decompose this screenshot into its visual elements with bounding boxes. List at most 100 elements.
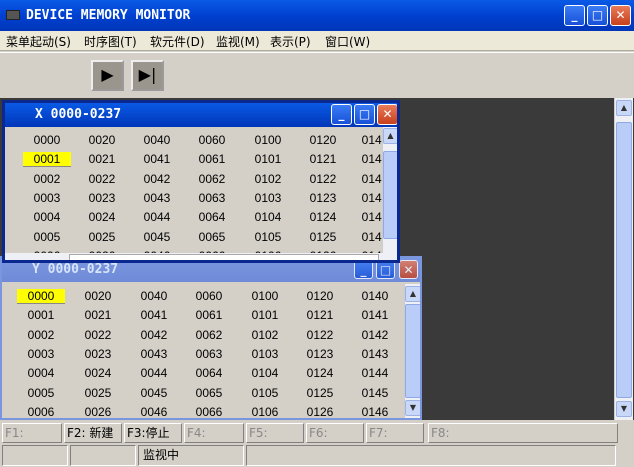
device-cell[interactable]: 0041 bbox=[130, 308, 178, 322]
device-cell[interactable]: 0104 bbox=[244, 210, 292, 224]
device-cell[interactable]: 0101 bbox=[241, 308, 289, 322]
close-button[interactable]: ✕ bbox=[610, 5, 631, 26]
device-cell[interactable]: 0103 bbox=[241, 347, 289, 361]
device-cell[interactable]: 0043 bbox=[133, 191, 181, 205]
device-cell[interactable]: 0104 bbox=[241, 366, 289, 380]
x-vertical-scrollbar[interactable]: ▲ bbox=[382, 127, 397, 253]
device-cell[interactable]: 0020 bbox=[78, 133, 126, 147]
device-cell[interactable]: 0041 bbox=[133, 152, 181, 166]
device-cell[interactable]: 0021 bbox=[78, 152, 126, 166]
device-cell[interactable]: 0145 bbox=[351, 386, 399, 400]
device-cell[interactable]: 0060 bbox=[185, 289, 233, 303]
f5-button[interactable]: F5: bbox=[246, 423, 304, 443]
device-cell[interactable]: 0003 bbox=[23, 191, 71, 205]
run-button[interactable]: ▶ bbox=[91, 60, 124, 91]
device-cell[interactable]: 0122 bbox=[296, 328, 344, 342]
device-cell[interactable]: 0124 bbox=[299, 210, 347, 224]
device-cell[interactable]: 0144 bbox=[351, 366, 399, 380]
device-cell[interactable]: 0042 bbox=[130, 328, 178, 342]
menu-monitor[interactable]: 监视(M) bbox=[216, 33, 260, 50]
device-cell[interactable]: 0061 bbox=[188, 152, 236, 166]
menu-display[interactable]: 表示(P) bbox=[270, 33, 311, 50]
scroll-thumb[interactable] bbox=[405, 304, 420, 398]
menu-timing[interactable]: 时序图(T) bbox=[84, 33, 137, 50]
device-cell[interactable]: 0000 bbox=[17, 289, 65, 304]
f1-button[interactable]: F1: bbox=[2, 423, 62, 443]
y-device-window[interactable]: Y 0000-0237 _ □ ✕ 0000 0020 0040 0060 0100 01… bbox=[0, 256, 422, 420]
device-cell[interactable]: 0101 bbox=[244, 152, 292, 166]
device-cell[interactable]: 0103 bbox=[244, 191, 292, 205]
minimize-button[interactable]: _ bbox=[564, 5, 585, 26]
x-minimize-button[interactable]: _ bbox=[331, 104, 352, 125]
device-cell[interactable]: 0061 bbox=[185, 308, 233, 322]
step-button[interactable]: ▶| bbox=[131, 60, 164, 91]
device-cell[interactable]: 0102 bbox=[241, 328, 289, 342]
device-cell[interactable]: 0100 bbox=[241, 289, 289, 303]
device-cell[interactable]: 0141 bbox=[351, 308, 399, 322]
device-cell[interactable]: 0006 bbox=[17, 405, 65, 418]
device-cell[interactable]: 0120 bbox=[299, 133, 347, 147]
device-cell[interactable]: 0046 bbox=[130, 405, 178, 418]
scroll-up-icon[interactable]: ▲ bbox=[405, 286, 420, 302]
device-cell[interactable]: 0063 bbox=[185, 347, 233, 361]
device-cell[interactable]: 0063 bbox=[188, 191, 236, 205]
menu-device[interactable]: 软元件(D) bbox=[150, 33, 205, 50]
device-cell[interactable]: 0024 bbox=[74, 366, 122, 380]
device-cell[interactable]: 0025 bbox=[74, 386, 122, 400]
device-cell[interactable]: 0043 bbox=[130, 347, 178, 361]
f7-button[interactable]: F7: bbox=[366, 423, 424, 443]
device-cell[interactable]: 0000 bbox=[23, 133, 71, 147]
device-cell[interactable]: 0026 bbox=[74, 405, 122, 418]
device-cell[interactable]: 0102 bbox=[244, 172, 292, 186]
device-cell[interactable]: 0125 bbox=[296, 386, 344, 400]
device-cell[interactable]: 0005 bbox=[23, 230, 71, 244]
device-cell[interactable]: 0001 bbox=[23, 152, 71, 168]
device-cell[interactable]: 0023 bbox=[78, 191, 126, 205]
device-cell[interactable]: 0126 bbox=[296, 405, 344, 418]
mdi-vertical-scrollbar[interactable]: ▲ ▼ bbox=[614, 98, 633, 420]
device-cell[interactable]: 0023 bbox=[74, 347, 122, 361]
device-cell[interactable]: 0122 bbox=[299, 172, 347, 186]
device-cell[interactable]: 0146 bbox=[351, 405, 399, 418]
x-maximize-button[interactable]: □ bbox=[354, 104, 375, 125]
x-close-button[interactable]: ✕ bbox=[377, 104, 397, 125]
device-cell[interactable]: 0045 bbox=[133, 230, 181, 244]
device-cell[interactable]: 0065 bbox=[188, 230, 236, 244]
device-cell[interactable]: 0044 bbox=[133, 210, 181, 224]
device-cell[interactable]: 0024 bbox=[78, 210, 126, 224]
device-cell[interactable]: 0021 bbox=[74, 308, 122, 322]
device-cell[interactable]: 0124 bbox=[296, 366, 344, 380]
menu-window[interactable]: 窗口(W) bbox=[325, 33, 370, 50]
device-cell[interactable]: 0040 bbox=[133, 133, 181, 147]
device-cell[interactable]: 0002 bbox=[17, 328, 65, 342]
device-cell[interactable]: 0066 bbox=[185, 405, 233, 418]
device-cell[interactable]: 0143 bbox=[351, 347, 399, 361]
device-cell[interactable]: 0003 bbox=[17, 347, 65, 361]
device-cell[interactable]: 0002 bbox=[23, 172, 71, 186]
device-cell[interactable]: 0025 bbox=[78, 230, 126, 244]
f6-button[interactable]: F6: bbox=[306, 423, 364, 443]
device-cell[interactable]: 0120 bbox=[296, 289, 344, 303]
device-cell[interactable]: 0106 bbox=[241, 405, 289, 418]
device-cell[interactable]: 0022 bbox=[78, 172, 126, 186]
device-cell[interactable]: 0140 bbox=[351, 289, 399, 303]
device-cell[interactable]: 0001 bbox=[17, 308, 65, 322]
x-horizontal-scrollbar[interactable] bbox=[5, 253, 397, 260]
device-cell[interactable]: 0105 bbox=[241, 386, 289, 400]
device-cell[interactable]: 0100 bbox=[244, 133, 292, 147]
scroll-up-icon[interactable]: ▲ bbox=[616, 100, 632, 116]
device-cell[interactable]: 0121 bbox=[299, 152, 347, 166]
device-cell[interactable]: 0123 bbox=[299, 191, 347, 205]
f2-new-button[interactable]: F2: 新建 bbox=[64, 423, 122, 443]
device-cell[interactable]: 0040 bbox=[130, 289, 178, 303]
y-close-button[interactable]: ✕ bbox=[399, 260, 418, 279]
menu-start[interactable]: 菜单起动(S) bbox=[6, 33, 71, 50]
device-cell[interactable]: 0121 bbox=[296, 308, 344, 322]
scroll-up-icon[interactable]: ▲ bbox=[383, 128, 397, 144]
device-cell[interactable]: 0045 bbox=[130, 386, 178, 400]
device-cell[interactable]: 0142 bbox=[351, 328, 399, 342]
device-cell[interactable]: 0064 bbox=[185, 366, 233, 380]
scroll-down-icon[interactable]: ▼ bbox=[616, 401, 632, 417]
device-cell[interactable]: 0004 bbox=[17, 366, 65, 380]
scroll-thumb[interactable] bbox=[383, 151, 397, 239]
